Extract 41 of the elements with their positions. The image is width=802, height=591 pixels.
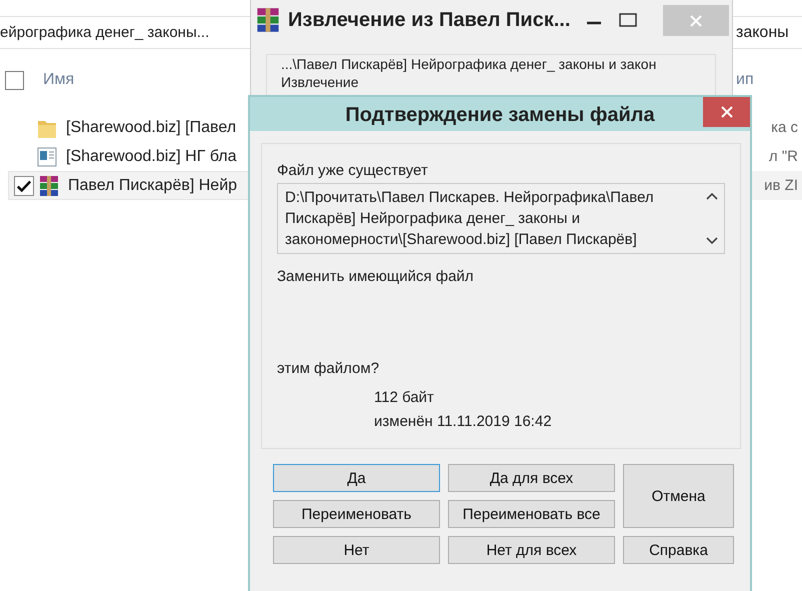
file-row[interactable]: Павел Пискарёв] Нейр [8, 171, 250, 200]
dialog-button[interactable]: Нет [273, 536, 440, 564]
document-icon [37, 146, 57, 168]
file-type: ка с [771, 119, 798, 136]
column-header[interactable]: Имя [43, 71, 74, 89]
address-bar-text[interactable]: законы [736, 24, 802, 42]
dialog-button[interactable]: Переименовать [273, 500, 440, 528]
close-icon [689, 14, 703, 28]
file-type: ив ZI [764, 177, 798, 194]
file-size: 112 байт [374, 388, 435, 408]
question-text: Заменить имеющийся файл [277, 268, 475, 286]
file-name: [Sharewood.biz] НГ бла [66, 148, 237, 166]
close-icon [720, 105, 734, 119]
dialog-button[interactable]: Да [273, 464, 440, 492]
row-checkbox[interactable] [14, 176, 34, 196]
address-bar-text[interactable]: ейрографика денег_ законы... [0, 24, 245, 41]
section-label: Файл уже существует [277, 162, 429, 180]
dialog-button[interactable]: Да для всех [448, 464, 615, 492]
column-header[interactable]: ип [736, 71, 802, 89]
file-path: D:\Прочитать\Павел Пискарев. Нейрографика\Павел Пискарёв] Нейрографика денег_ законы и закономерности\[Sharewood.biz] [Павел Пискарёв] [284, 188, 655, 250]
archive-icon [39, 174, 59, 196]
modified-date: изменён 11.11.2019 16:42 [374, 412, 553, 432]
file-name: [Sharewood.biz] [Павел [66, 118, 236, 136]
file-name: Павел Пискарёв] Нейр [68, 176, 238, 194]
file-row[interactable]: [Sharewood.biz] [Павел [8, 113, 250, 142]
file-row[interactable]: [Sharewood.biz] НГ бла [8, 142, 250, 171]
scroll-up-icon[interactable] [706, 192, 718, 200]
select-all-checkbox[interactable] [5, 70, 24, 90]
file-type: л "R [768, 148, 798, 165]
dialog-title: Подтверждение замены файла [345, 104, 655, 127]
archive-icon [256, 7, 280, 33]
dialog-button[interactable]: Отмена [623, 464, 734, 528]
status-text: Извлечение [281, 74, 359, 91]
dialog-button[interactable]: Переименовать все [448, 500, 615, 528]
question-text: этим файлом? [277, 360, 380, 378]
dialog-button[interactable]: Справка [623, 536, 734, 564]
archive-path: ...\Павел Пискарёв] Нейрографика денег_ законы и закон [281, 56, 658, 73]
window-title: Извлечение из Павел Писк... [288, 8, 570, 32]
close-button[interactable] [703, 97, 750, 127]
dialog-button[interactable]: Нет для всех [448, 536, 615, 564]
scroll-down-icon[interactable] [706, 237, 718, 245]
